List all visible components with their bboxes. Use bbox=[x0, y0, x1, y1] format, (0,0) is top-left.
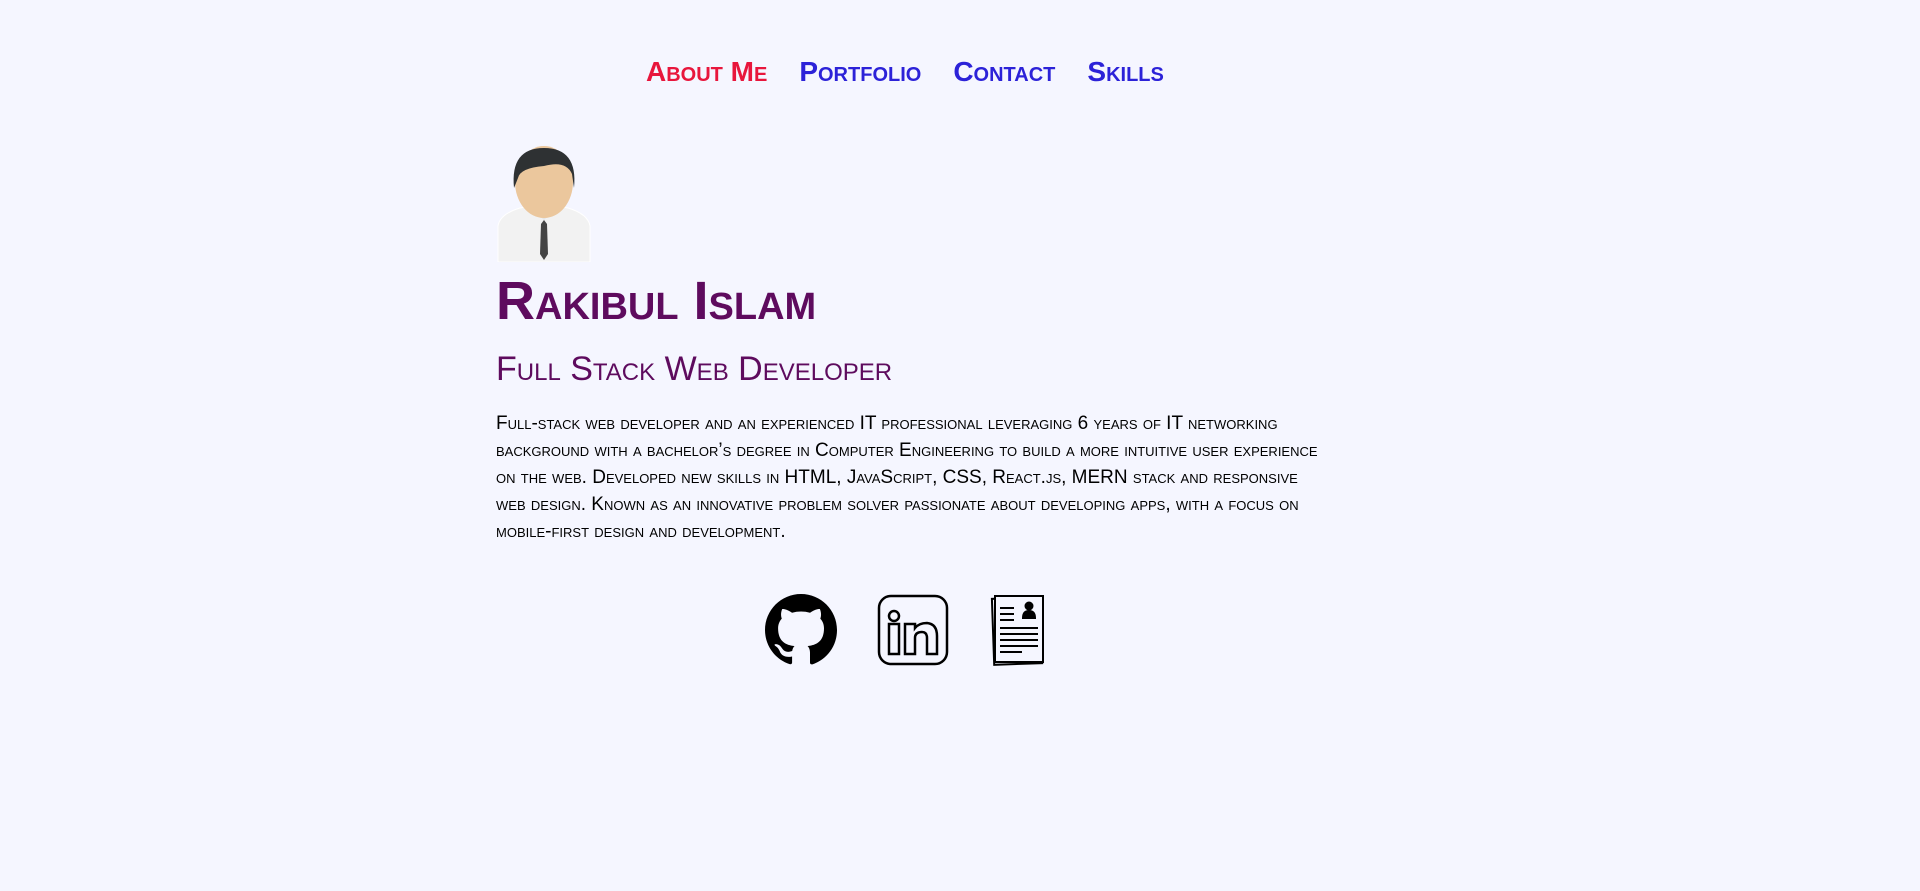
nav-contact[interactable]: Contact bbox=[953, 56, 1055, 88]
profile-bio: Full-stack web developer and an experien… bbox=[496, 413, 1318, 542]
nav-skills[interactable]: Skills bbox=[1087, 56, 1163, 88]
nav-about-me[interactable]: About Me bbox=[646, 56, 767, 88]
resume-icon bbox=[990, 595, 1044, 666]
resume-link[interactable] bbox=[989, 594, 1061, 666]
github-icon bbox=[765, 594, 838, 665]
linkedin-icon bbox=[877, 594, 949, 666]
linkedin-link[interactable] bbox=[877, 594, 949, 666]
main-nav: About Me Portfolio Contact Skills bbox=[646, 56, 1164, 88]
social-links bbox=[765, 594, 1061, 666]
profile-name: Rakibul Islam bbox=[496, 271, 817, 331]
nav-portfolio[interactable]: Portfolio bbox=[799, 56, 921, 88]
profile-title: Full Stack Web Developer bbox=[496, 350, 893, 388]
github-link[interactable] bbox=[765, 594, 838, 666]
avatar bbox=[497, 146, 591, 262]
